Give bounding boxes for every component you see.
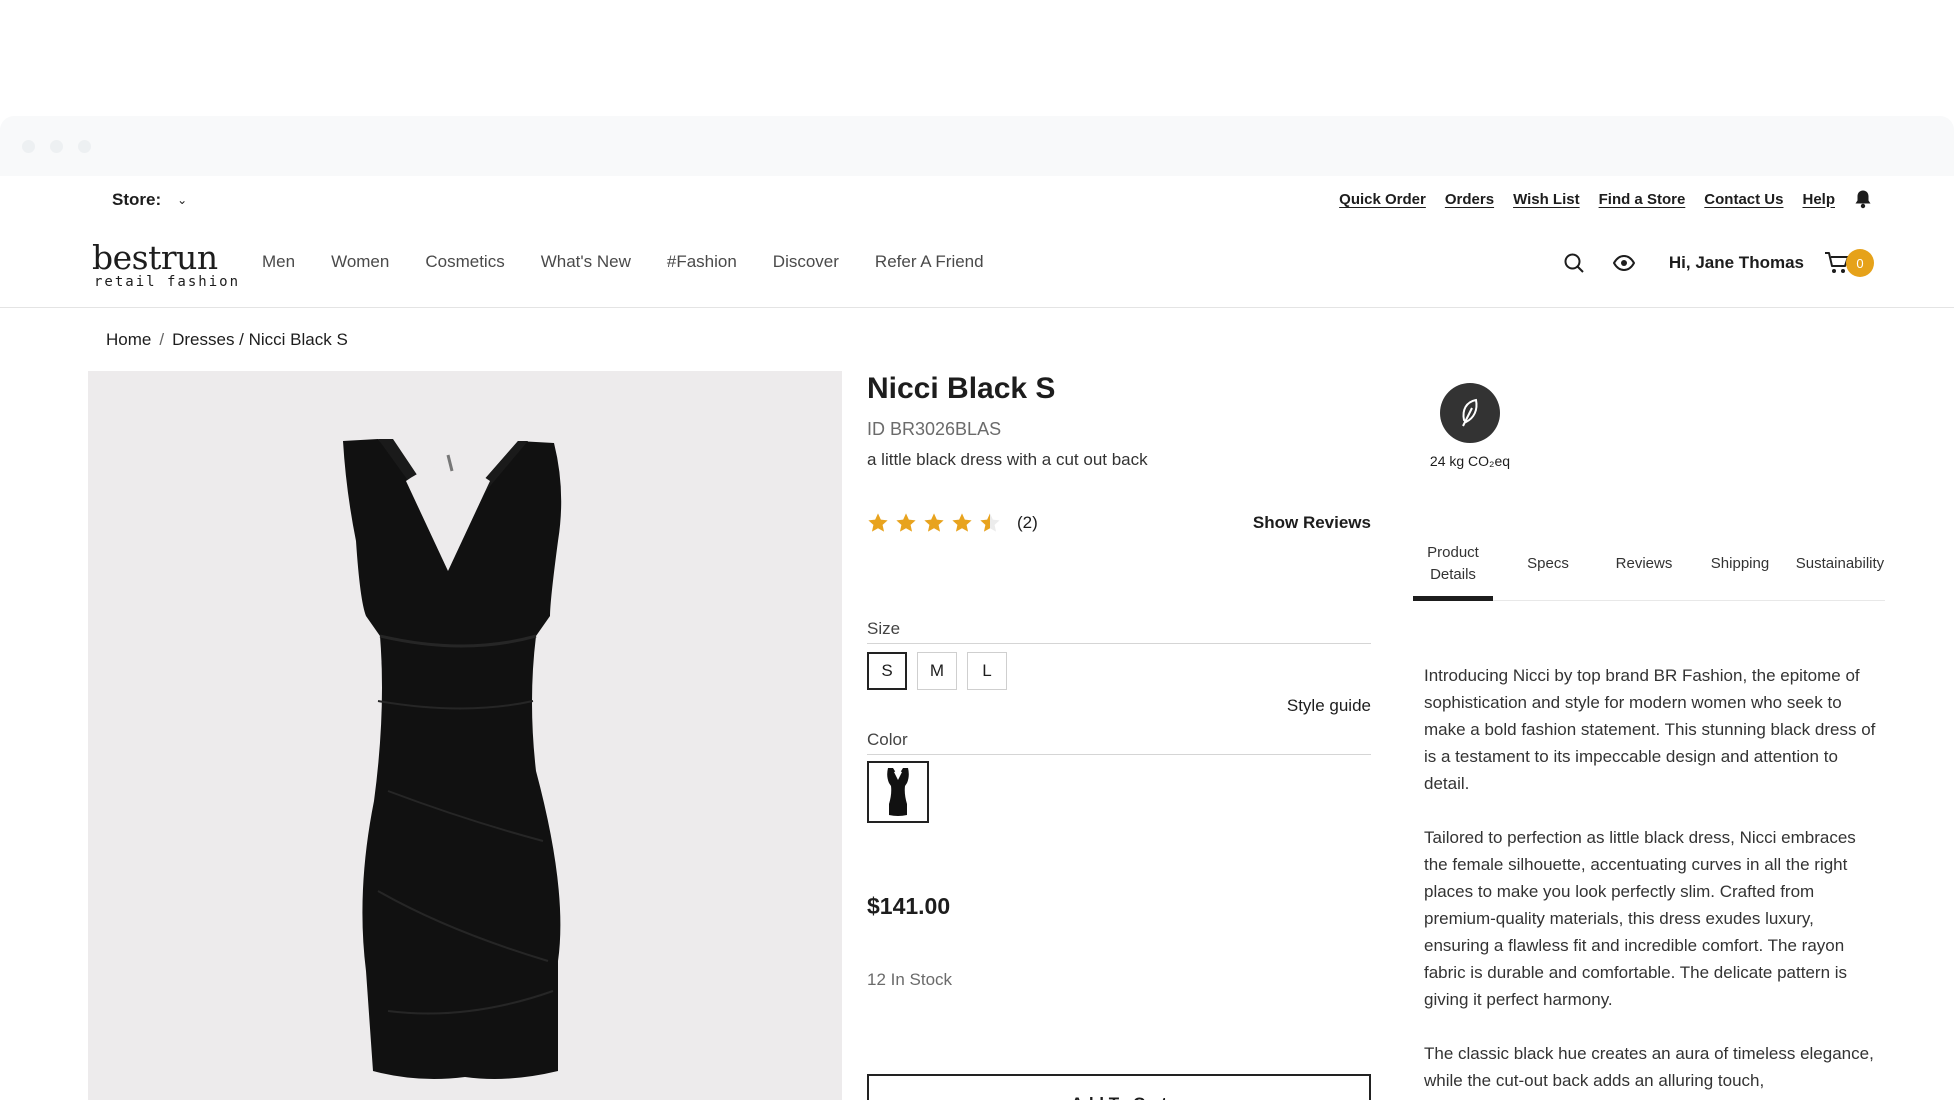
browser-toolbar [0, 116, 1954, 176]
show-reviews-link[interactable]: Show Reviews [1253, 513, 1371, 533]
store-label: Store: [112, 190, 162, 209]
breadcrumb-path[interactable]: Dresses / Nicci Black S [172, 330, 348, 350]
product-tagline: a little black dress with a cut out back [867, 450, 1148, 469]
utility-bar: Store: ⌄ Quick Order Orders Wish List Fi… [0, 176, 1954, 226]
stock-status: 12 In Stock [867, 970, 953, 989]
co2-badge: 24 kg CO₂eq [1428, 383, 1512, 469]
star-full-icon [896, 513, 916, 532]
quick-order-link[interactable]: Quick Order [1339, 191, 1426, 208]
orders-link[interactable]: Orders [1445, 191, 1494, 208]
style-guide-link[interactable]: Style guide [867, 696, 1371, 716]
description-paragraph: Tailored to perfection as little black d… [1424, 828, 1856, 1009]
tab-reviews[interactable]: Reviews [1603, 527, 1685, 600]
window-dot [78, 140, 91, 153]
dress-thumbnail [887, 768, 909, 816]
product-id: ID BR3026BLAS [867, 419, 1002, 439]
product-title: Nicci Black S [867, 372, 1056, 405]
size-option-l[interactable]: L [967, 652, 1007, 690]
logo-name: bestrun [92, 238, 218, 277]
star-full-icon [924, 513, 944, 532]
logo-subtitle: retail fashion [94, 274, 241, 290]
tab-specs[interactable]: Specs [1493, 527, 1603, 600]
nav-item-refer-a-friend[interactable]: Refer A Friend [875, 252, 984, 272]
product-image[interactable] [88, 371, 842, 1100]
product-price: $141.00 [867, 893, 951, 919]
header-actions: Hi, Jane Thomas 0 [1557, 246, 1874, 280]
breadcrumb: Home / Dresses / Nicci Black S [106, 330, 348, 350]
breadcrumb-home[interactable]: Home [106, 330, 151, 350]
find-a-store-link[interactable]: Find a Store [1599, 191, 1686, 208]
user-greeting[interactable]: Hi, Jane Thomas [1669, 253, 1804, 273]
product-description: Introducing Nicci by top brand BR Fashio… [1424, 662, 1878, 1100]
nav-item-fashion[interactable]: #Fashion [667, 252, 737, 272]
leaf-icon [1440, 383, 1500, 443]
co2-value: 24 kg CO₂eq [1429, 453, 1511, 469]
color-label: Color [867, 730, 1371, 755]
nav-item-whats-new[interactable]: What's New [541, 252, 631, 272]
cart-count-badge: 0 [1846, 249, 1874, 277]
eye-icon[interactable] [1607, 246, 1641, 280]
window-dot [50, 140, 63, 153]
utility-links: Quick Order Orders Wish List Find a Stor… [1339, 189, 1872, 209]
nav-item-men[interactable]: Men [262, 252, 295, 272]
tab-product-details[interactable]: Product Details [1413, 527, 1493, 601]
product-tabs: Product Details Specs Reviews Shipping S… [1413, 527, 1885, 601]
help-link[interactable]: Help [1802, 191, 1835, 208]
top-blank-area [0, 0, 1954, 116]
size-selector: S M L [867, 652, 1371, 690]
star-full-icon [868, 513, 888, 532]
dress-illustration [343, 439, 562, 1079]
nav-item-cosmetics[interactable]: Cosmetics [425, 252, 504, 272]
nav-item-women[interactable]: Women [331, 252, 389, 272]
wish-list-link[interactable]: Wish List [1513, 191, 1580, 208]
rating-row: (2) Show Reviews [867, 512, 1371, 534]
product-info: Nicci Black S ID BR3026BLAS a little bla… [867, 371, 1371, 1100]
cart-button[interactable]: 0 [1824, 249, 1874, 277]
tab-shipping[interactable]: Shipping [1685, 527, 1795, 600]
star-half-icon [980, 513, 1000, 532]
star-full-icon [952, 513, 972, 532]
brand-logo[interactable]: bestrun retail fashion [92, 238, 241, 290]
tab-sustainability[interactable]: Sustainability [1795, 527, 1885, 600]
size-option-m[interactable]: M [917, 652, 957, 690]
search-icon[interactable] [1557, 246, 1591, 280]
chevron-down-icon: ⌄ [177, 193, 188, 207]
description-paragraph: The classic black hue creates an aura of… [1424, 1044, 1874, 1090]
description-paragraph: Introducing Nicci by top brand BR Fashio… [1424, 666, 1876, 793]
window-dot [22, 140, 35, 153]
color-swatch-black[interactable] [867, 761, 929, 823]
contact-us-link[interactable]: Contact Us [1704, 191, 1783, 208]
size-label: Size [867, 619, 1371, 644]
main-nav: Men Women Cosmetics What's New #Fashion … [262, 252, 984, 272]
store-selector[interactable]: Store: ⌄ [112, 190, 187, 210]
main-header: bestrun retail fashion Men Women Cosmeti… [0, 226, 1954, 308]
nav-item-discover[interactable]: Discover [773, 252, 839, 272]
breadcrumb-separator: / [159, 330, 165, 349]
rating-count: (2) [1017, 513, 1038, 532]
bell-icon[interactable] [1854, 189, 1872, 209]
add-to-cart-button[interactable]: Add To Cart [867, 1074, 1371, 1100]
size-option-s[interactable]: S [867, 652, 907, 690]
star-rating[interactable]: (2) [867, 512, 1038, 534]
